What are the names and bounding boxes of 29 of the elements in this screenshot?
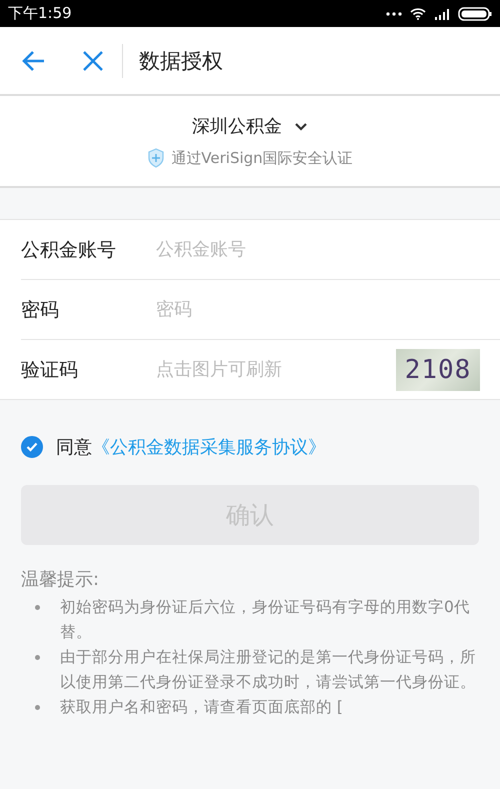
tip-text: 初始密码为身份证后六位，身份证号码有字母的用数字0代替。 xyxy=(60,597,471,643)
close-icon xyxy=(82,50,104,72)
status-time: 下午1:59 xyxy=(8,4,72,23)
tips-title: 温馨提示: xyxy=(21,568,100,591)
bullet-icon xyxy=(35,705,40,710)
more-icon xyxy=(386,12,402,16)
back-arrow-icon xyxy=(22,50,46,72)
check-icon xyxy=(26,442,38,452)
provider-dropdown[interactable]: 深圳公积金 xyxy=(192,114,308,138)
page-title: 数据授权 xyxy=(139,48,223,74)
wifi-icon xyxy=(410,8,426,20)
field-label: 验证码 xyxy=(21,358,79,382)
agree-checkbox[interactable] xyxy=(21,436,43,458)
agree-label: 同意 xyxy=(56,436,92,459)
field-label: 密码 xyxy=(21,298,60,322)
bullet-icon xyxy=(35,605,40,610)
captcha-image[interactable]: 2108 xyxy=(396,348,480,390)
signal-icon xyxy=(434,8,450,20)
field-label: 公积金账号 xyxy=(21,238,117,262)
shield-icon xyxy=(147,148,166,168)
captcha-field[interactable]: 点击图片可刷新 xyxy=(154,358,396,381)
bullet-icon xyxy=(35,655,40,660)
security-note: 通过VeriSign国际安全认证 xyxy=(171,148,353,168)
battery-icon xyxy=(458,6,492,20)
password-field[interactable]: 密码 xyxy=(154,298,500,321)
chevron-down-icon xyxy=(294,122,308,130)
account-field[interactable]: 公积金账号 xyxy=(154,238,500,261)
tip-text: 由于部分用户在社保局注册登记的是第一代身份证号码，所以使用第二代身份证登录不成功时，请尝试第一代身份证。 xyxy=(60,647,477,693)
tip-text: 获取用户名和密码，请查看页面底部的 [ xyxy=(60,697,343,718)
